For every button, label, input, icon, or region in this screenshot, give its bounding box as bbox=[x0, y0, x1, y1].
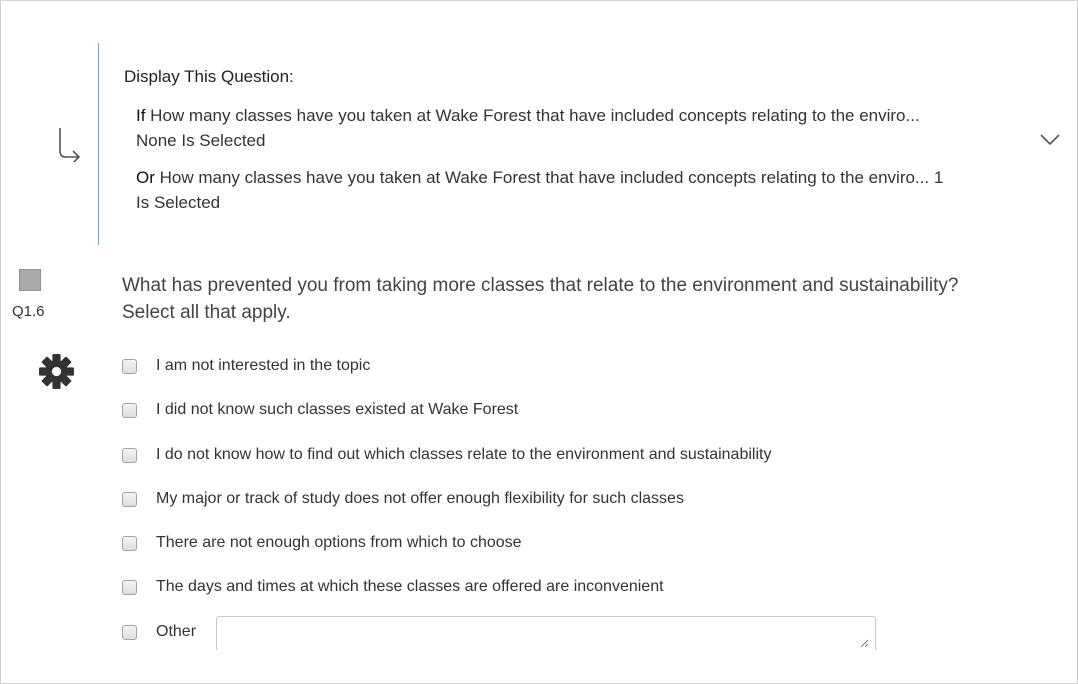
question-text: What has prevented you from taking more … bbox=[122, 275, 959, 323]
question-select-checkbox[interactable] bbox=[19, 269, 41, 291]
choice-checkbox[interactable] bbox=[122, 535, 137, 551]
display-logic-condition-if: If How many classes have you taken at Wa… bbox=[136, 103, 946, 153]
choice-major-flexibility[interactable]: My major or track of study does not offe… bbox=[122, 488, 684, 510]
choice-checkbox[interactable] bbox=[122, 624, 137, 640]
arrow-turn-down-right-icon bbox=[59, 128, 81, 162]
choice-label: Other bbox=[156, 623, 197, 640]
choice-other[interactable]: Other bbox=[122, 621, 196, 643]
choice-checkbox[interactable] bbox=[122, 491, 137, 507]
choice-checkbox[interactable] bbox=[122, 402, 137, 418]
choice-label: I do not know how to find out which clas… bbox=[156, 446, 772, 463]
chevron-down-icon[interactable] bbox=[1039, 133, 1061, 147]
choice-inconvenient-times[interactable]: The days and times at which these classe… bbox=[122, 576, 664, 598]
choice-label: My major or track of study does not offe… bbox=[156, 490, 684, 507]
survey-question-frame: Display This Question: If How many class… bbox=[0, 0, 1078, 684]
choice-label: I am not interested in the topic bbox=[156, 357, 371, 374]
choice-checkbox[interactable] bbox=[122, 447, 137, 463]
display-logic-condition-or: Or How many classes have you taken at Wa… bbox=[136, 165, 946, 215]
choice-how-to-find[interactable]: I do not know how to find out which clas… bbox=[122, 444, 771, 466]
display-logic-title: Display This Question: bbox=[124, 67, 294, 86]
choice-label: I did not know such classes existed at W… bbox=[156, 401, 519, 418]
choice-checkbox[interactable] bbox=[122, 579, 137, 595]
other-text-input[interactable] bbox=[216, 616, 876, 650]
display-logic-block[interactable]: Display This Question: If How many class… bbox=[98, 43, 1059, 245]
condition-keyword: Or bbox=[136, 168, 155, 187]
choice-checkbox[interactable] bbox=[122, 358, 137, 374]
choice-did-not-know[interactable]: I did not know such classes existed at W… bbox=[122, 399, 518, 421]
condition-text: How many classes have you taken at Wake … bbox=[136, 168, 944, 212]
choice-label: There are not enough options from which … bbox=[156, 534, 522, 551]
condition-text: How many classes have you taken at Wake … bbox=[136, 106, 920, 150]
choice-not-enough-options[interactable]: There are not enough options from which … bbox=[122, 532, 522, 554]
question-number: Q1.6 bbox=[12, 303, 45, 320]
resize-handle-icon[interactable] bbox=[860, 639, 869, 648]
gear-icon[interactable] bbox=[38, 353, 75, 390]
choice-not-interested[interactable]: I am not interested in the topic bbox=[122, 355, 370, 377]
choice-label: The days and times at which these classe… bbox=[156, 578, 664, 595]
